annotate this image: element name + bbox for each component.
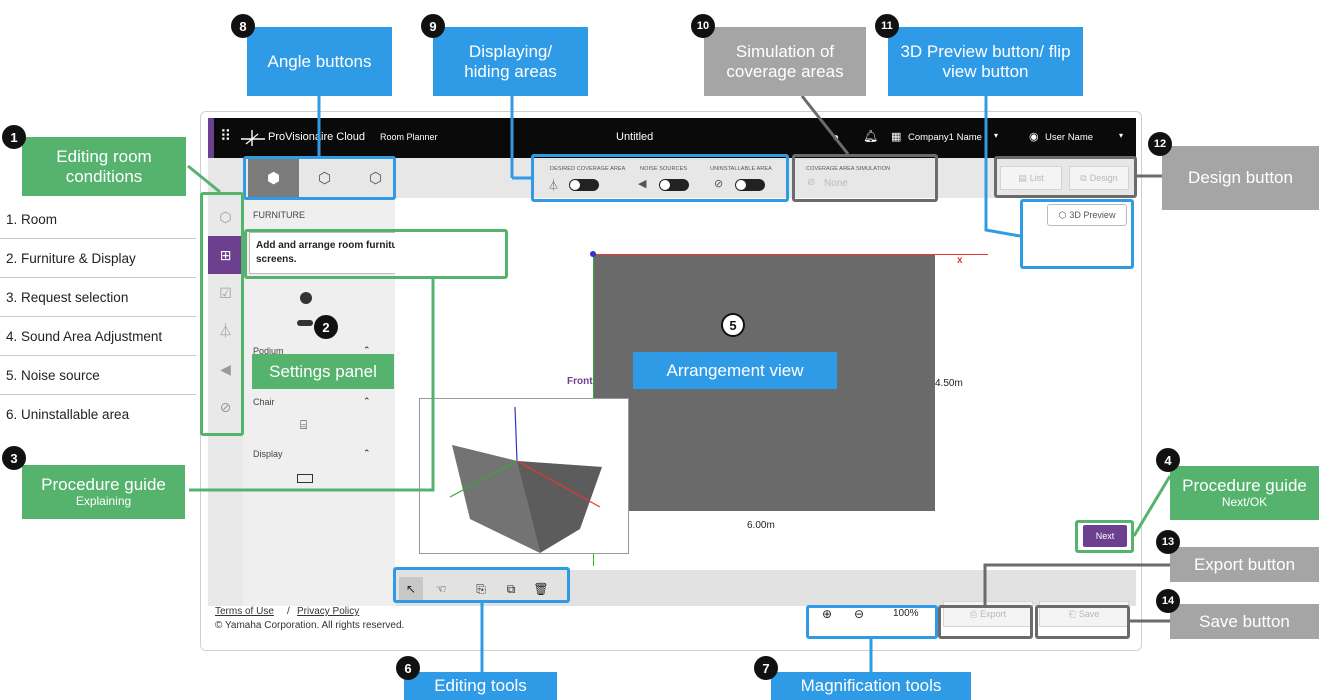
callout-export-button: Export button: [1170, 547, 1319, 582]
badge-1: 1: [2, 125, 26, 149]
callout-3d-preview: 3D Preview button/ flip view button: [888, 27, 1083, 96]
list-item: 6. Uninstallable area: [6, 407, 130, 422]
badge-8: 8: [231, 14, 255, 38]
callout-arrangement-view: Arrangement view: [633, 352, 837, 389]
badge-14: 14: [1156, 589, 1180, 613]
callout-editing-tools: Editing tools: [404, 672, 557, 700]
list-item: 1. Room: [0, 200, 196, 239]
list-item: 5. Noise source: [0, 356, 196, 395]
list-item: 2. Furniture & Display: [0, 239, 196, 278]
badge-2: 2: [314, 315, 338, 339]
badge-4: 4: [1156, 448, 1180, 472]
list-item: 4. Sound Area Adjustment: [0, 317, 196, 356]
badge-6: 6: [396, 656, 420, 680]
badge-9: 9: [421, 14, 445, 38]
connector-lines: [187, 95, 1172, 672]
badge-12: 12: [1148, 132, 1172, 156]
list-item: 3. Request selection: [0, 278, 196, 317]
badge-11: 11: [875, 14, 899, 38]
callout-procedure-guide-next: Procedure guide Next/OK: [1170, 466, 1319, 520]
callout-save-button: Save button: [1170, 604, 1319, 639]
callout-editing-room-conditions: Editing room conditions: [22, 137, 186, 196]
badge-10: 10: [691, 14, 715, 38]
callout-settings-panel: Settings panel: [252, 354, 394, 389]
callout-angle-buttons: Angle buttons: [247, 27, 392, 96]
callout-displaying-areas: Displaying/ hiding areas: [433, 27, 588, 96]
badge-5: 5: [721, 313, 745, 337]
badge-13: 13: [1156, 530, 1180, 554]
room-conditions-list: 1. Room 2. Furniture & Display 3. Reques…: [0, 200, 196, 434]
callout-magnification-tools: Magnification tools: [771, 672, 971, 700]
badge-3: 3: [2, 446, 26, 470]
callout-design-button: Design button: [1162, 146, 1319, 210]
callout-coverage-simulation: Simulation of coverage areas: [704, 27, 866, 96]
callout-procedure-guide-explaining: Procedure guide Explaining: [22, 465, 185, 519]
badge-7: 7: [754, 656, 778, 680]
annotated-screenshot: ⠿ ProVisionaire Cloud Room Planner Untit…: [0, 0, 1319, 700]
